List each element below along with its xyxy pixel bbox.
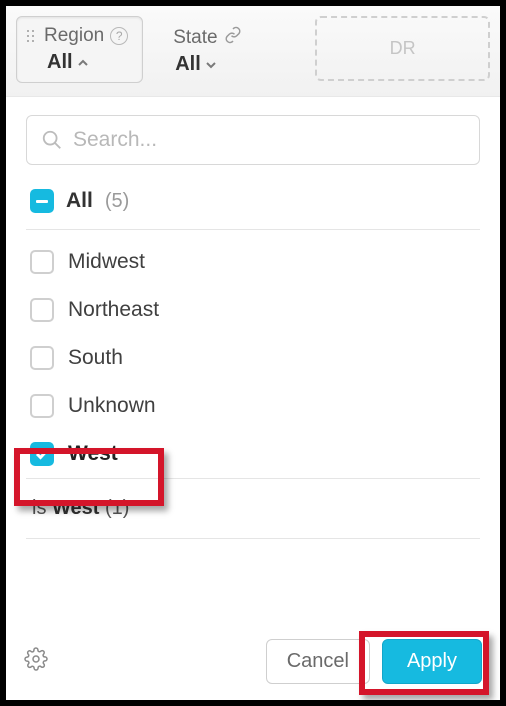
link-icon xyxy=(224,26,242,49)
option-row[interactable]: Unknown xyxy=(26,382,480,430)
search-input[interactable] xyxy=(73,128,465,152)
option-row[interactable]: West xyxy=(26,430,480,478)
checkbox[interactable] xyxy=(30,298,54,322)
option-label: Northeast xyxy=(68,298,159,322)
checkbox[interactable] xyxy=(30,250,54,274)
filter-value: All xyxy=(175,53,201,76)
option-row[interactable]: South xyxy=(26,334,480,382)
cancel-button[interactable]: Cancel xyxy=(266,639,370,684)
summary-count: (1) xyxy=(99,497,129,519)
filter-summary: is West (1) xyxy=(26,479,480,539)
settings-button[interactable] xyxy=(24,647,48,676)
summary-value: West xyxy=(52,497,99,519)
filter-label: State xyxy=(173,27,217,49)
options-list: Midwest Northeast South Unknown West xyxy=(26,230,480,479)
apply-button[interactable]: Apply xyxy=(382,639,482,684)
option-label: South xyxy=(68,346,123,370)
drop-zone[interactable]: DR xyxy=(315,16,490,81)
checkbox-checked[interactable] xyxy=(30,442,54,466)
filter-label: Region xyxy=(44,25,104,47)
filter-panel: All (5) Midwest Northeast South Unknown … xyxy=(6,97,500,539)
checkbox[interactable] xyxy=(30,346,54,370)
filter-pill-state[interactable]: State All xyxy=(169,16,289,84)
filter-bar: Region ? All State All DR xyxy=(6,6,500,97)
all-count: (5) xyxy=(105,190,129,213)
option-label: Midwest xyxy=(68,250,145,274)
option-label: West xyxy=(68,442,118,466)
search-icon xyxy=(41,129,63,151)
filter-value: All xyxy=(47,51,73,74)
option-row[interactable]: Northeast xyxy=(26,286,480,334)
option-row[interactable]: Midwest xyxy=(26,238,480,286)
checkbox-indeterminate[interactable] xyxy=(30,189,54,213)
filter-pill-region[interactable]: Region ? All xyxy=(16,16,143,83)
select-all-row[interactable]: All (5) xyxy=(26,165,480,230)
drag-handle-icon[interactable] xyxy=(27,30,34,42)
summary-prefix: is xyxy=(32,497,52,519)
chevron-down-icon xyxy=(205,59,217,71)
option-label: Unknown xyxy=(68,394,156,418)
all-label: All xyxy=(66,189,93,213)
gear-icon xyxy=(24,647,48,671)
search-box[interactable] xyxy=(26,115,480,165)
checkbox[interactable] xyxy=(30,394,54,418)
chevron-up-icon xyxy=(77,57,89,69)
panel-footer: Cancel Apply xyxy=(6,625,500,700)
help-icon[interactable]: ? xyxy=(110,27,128,45)
